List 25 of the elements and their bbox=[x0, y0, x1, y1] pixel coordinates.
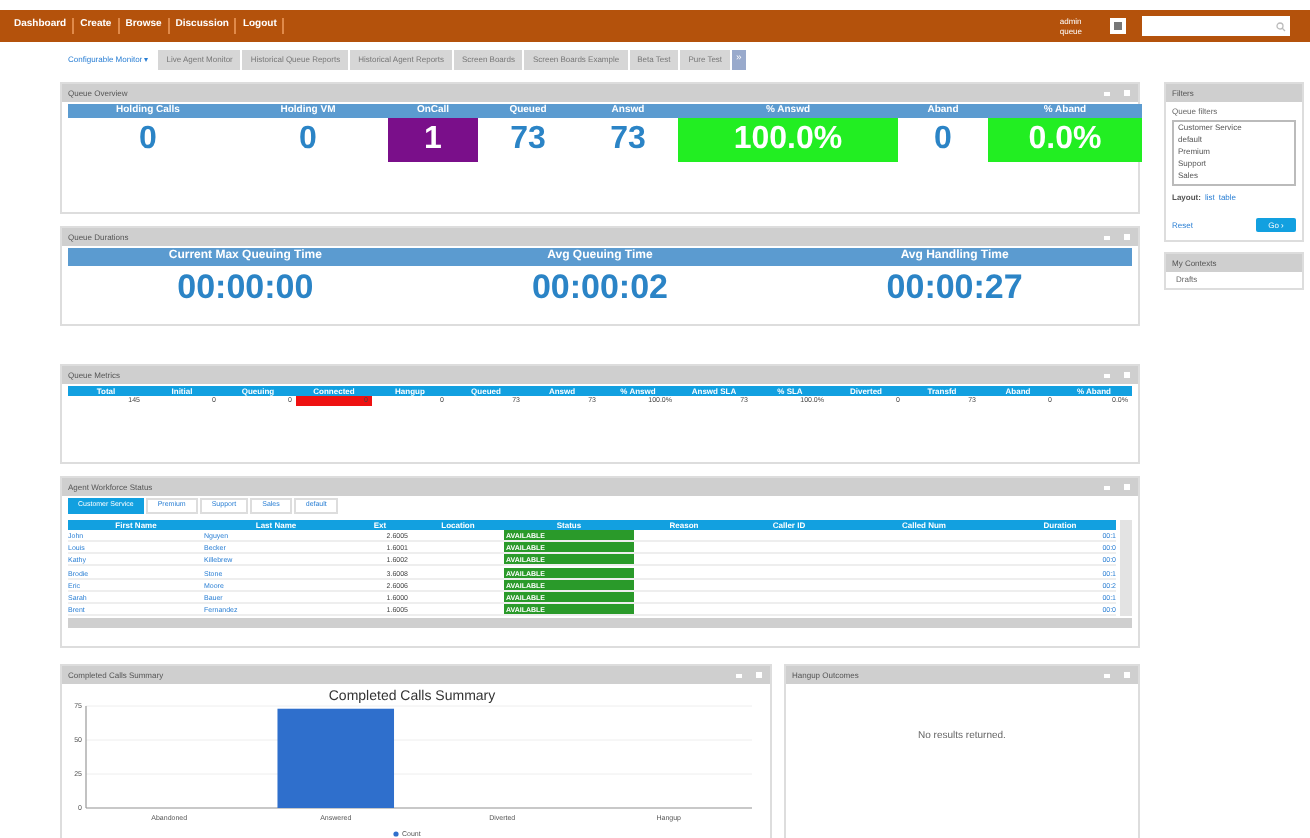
stat-value: 73 bbox=[508, 120, 548, 160]
y-axis-line bbox=[85, 705, 87, 809]
grid-icon[interactable] bbox=[1110, 18, 1126, 34]
search-icon bbox=[1276, 21, 1286, 31]
highlighted-stat: 1 bbox=[388, 118, 478, 162]
panel-controls-icon[interactable] bbox=[1104, 233, 1132, 241]
highlighted-stat: 0.0% bbox=[988, 118, 1142, 162]
panel-controls-icon[interactable] bbox=[736, 671, 764, 679]
horizontal-scrollbar[interactable] bbox=[68, 618, 1132, 628]
stat-value: 00:00:00 bbox=[175, 266, 316, 310]
stat-value: 00:00:02 bbox=[529, 266, 671, 310]
stat-value: 73 bbox=[608, 120, 648, 160]
panel-controls-icon[interactable] bbox=[1104, 89, 1132, 97]
panel-controls-icon[interactable] bbox=[1104, 371, 1132, 379]
search-field[interactable] bbox=[1142, 16, 1290, 36]
panel-controls-icon[interactable] bbox=[1104, 483, 1132, 491]
highlighted-stat: 100.0% bbox=[678, 118, 898, 162]
stat-value: 0 bbox=[297, 120, 319, 160]
panel-controls-icon[interactable] bbox=[1104, 671, 1132, 679]
vertical-scrollbar[interactable] bbox=[1120, 520, 1132, 616]
stat-value: 00:00:27 bbox=[884, 266, 1025, 310]
stat-value: 0 bbox=[137, 120, 159, 160]
stat-value: 0 bbox=[932, 120, 954, 160]
legend-marker bbox=[393, 831, 399, 837]
bar bbox=[277, 708, 395, 808]
